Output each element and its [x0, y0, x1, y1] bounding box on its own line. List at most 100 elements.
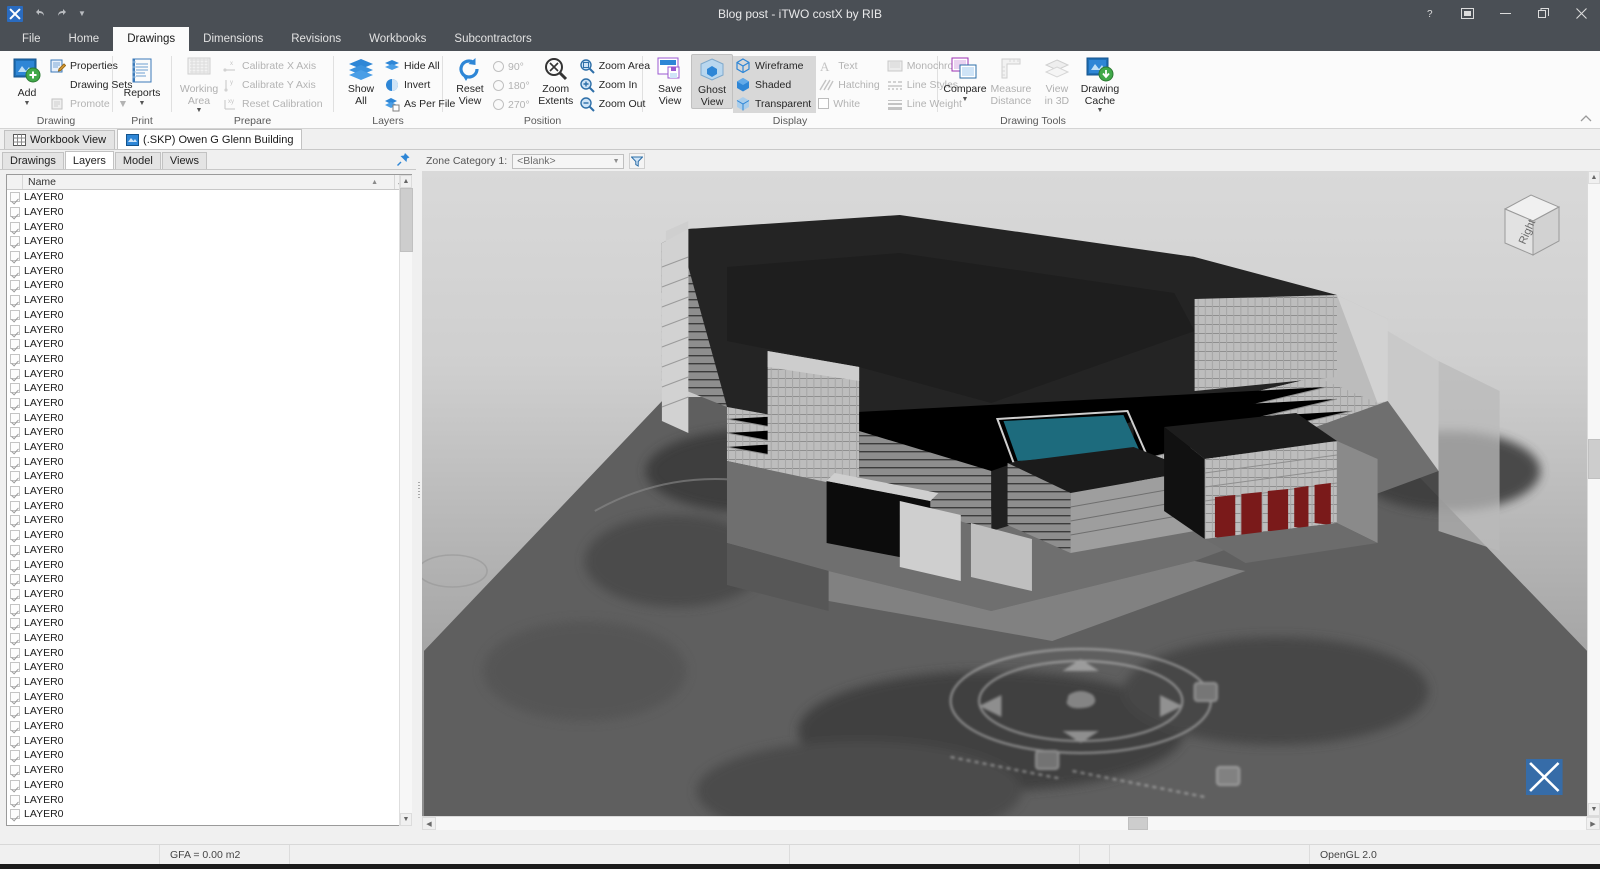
layer-visible-checkbox[interactable] [10, 486, 20, 497]
canvas-vertical-scrollbar[interactable]: ▲ ▼ [1587, 171, 1600, 816]
layer-visible-checkbox[interactable] [10, 691, 20, 702]
zoom-extents-button[interactable]: Zoom Extents [535, 54, 577, 107]
table-row[interactable]: LAYER0 [7, 381, 411, 396]
layer-visible-checkbox[interactable] [10, 588, 20, 599]
layer-visible-checkbox[interactable] [10, 368, 20, 379]
canvas-scroll-left-button[interactable]: ◀ [422, 817, 436, 830]
canvas-horizontal-scrollbar[interactable]: ◀ ▶ [422, 816, 1600, 830]
table-row[interactable]: LAYER0 [7, 704, 411, 719]
zone-category-select[interactable]: <Blank> ▼ [512, 153, 625, 169]
table-row[interactable]: LAYER0 [7, 293, 411, 308]
layer-visible-checkbox[interactable] [10, 500, 20, 511]
ribbon-tab-dimensions[interactable]: Dimensions [189, 27, 277, 51]
layer-visible-checkbox[interactable] [10, 207, 20, 218]
minimize-button[interactable] [1486, 0, 1524, 27]
panel-tab-layers[interactable]: Layers [64, 151, 114, 169]
panel-tab-model[interactable]: Model [114, 152, 161, 169]
layer-visible-checkbox[interactable] [10, 442, 20, 453]
table-row[interactable]: LAYER0 [7, 205, 411, 220]
table-row[interactable]: LAYER0 [7, 234, 411, 249]
table-row[interactable]: LAYER0 [7, 689, 411, 704]
table-row[interactable]: LAYER0 [7, 352, 411, 367]
panel-tab-views[interactable]: Views [161, 152, 208, 169]
table-row[interactable]: LAYER0 [7, 469, 411, 484]
layer-visible-checkbox[interactable] [10, 618, 20, 629]
layer-visible-checkbox[interactable] [10, 397, 20, 408]
layer-visible-checkbox[interactable] [10, 721, 20, 732]
table-row[interactable]: LAYER0 [7, 366, 411, 381]
ribbon-tab-revisions[interactable]: Revisions [277, 27, 355, 51]
layer-visible-checkbox[interactable] [10, 735, 20, 746]
compare-caret-icon[interactable]: ▼ [962, 96, 969, 103]
canvas-scroll-up-button[interactable]: ▲ [1588, 171, 1600, 184]
help-button[interactable]: ? [1410, 0, 1448, 27]
table-row[interactable]: LAYER0 [7, 792, 411, 807]
table-row[interactable]: LAYER0 [7, 249, 411, 264]
table-row[interactable]: LAYER0 [7, 484, 411, 499]
scroll-track[interactable] [400, 188, 413, 813]
add-drawing-caret-icon[interactable]: ▼ [24, 100, 31, 107]
scroll-up-button[interactable]: ▲ [400, 175, 412, 188]
shaded-button[interactable]: Shaded [733, 75, 817, 94]
table-row[interactable]: LAYER0 [7, 660, 411, 675]
reset-view-button[interactable]: Reset View [449, 54, 491, 107]
customize-caret-icon[interactable]: ▼ [78, 9, 86, 18]
table-row[interactable]: LAYER0 [7, 778, 411, 793]
reports-caret-icon[interactable]: ▼ [139, 100, 146, 107]
drawing-cache-button[interactable]: Drawing Cache ▼ [1078, 54, 1122, 114]
layer-visible-checkbox[interactable] [10, 192, 20, 203]
table-row[interactable]: LAYER0 [7, 219, 411, 234]
table-row[interactable]: LAYER0 [7, 337, 411, 352]
table-row[interactable]: LAYER0 [7, 454, 411, 469]
layer-visible-checkbox[interactable] [10, 295, 20, 306]
wireframe-button[interactable]: Wireframe [733, 56, 817, 75]
table-row[interactable]: LAYER0 [7, 263, 411, 278]
model-3d-canvas[interactable]: Right [422, 171, 1587, 816]
save-view-button[interactable]: Save View [649, 54, 691, 107]
ribbon-tab-subcontractors[interactable]: Subcontractors [440, 27, 545, 51]
layers-vertical-scrollbar[interactable]: ▲ ▼ [399, 175, 413, 826]
table-row[interactable]: LAYER0 [7, 543, 411, 558]
add-drawing-button[interactable]: Add ▼ [6, 54, 48, 107]
ribbon-tab-workbooks[interactable]: Workbooks [355, 27, 440, 51]
table-row[interactable]: LAYER0 [7, 513, 411, 528]
canvas-scroll-right-button[interactable]: ▶ [1586, 817, 1600, 830]
table-row[interactable]: LAYER0 [7, 498, 411, 513]
layer-visible-checkbox[interactable] [10, 779, 20, 790]
ghost-view-button[interactable]: Ghost View [691, 54, 733, 109]
table-row[interactable]: LAYER0 [7, 396, 411, 411]
chevron-down-icon[interactable]: ▼ [609, 158, 623, 165]
table-row[interactable]: LAYER0 [7, 719, 411, 734]
layers-grid-header-name[interactable]: Name ▲ [23, 175, 395, 189]
table-row[interactable]: LAYER0 [7, 763, 411, 778]
layer-visible-checkbox[interactable] [10, 632, 20, 643]
layer-visible-checkbox[interactable] [10, 530, 20, 541]
layer-visible-checkbox[interactable] [10, 559, 20, 570]
layer-visible-checkbox[interactable] [10, 265, 20, 276]
layer-visible-checkbox[interactable] [10, 309, 20, 320]
table-row[interactable]: LAYER0 [7, 675, 411, 690]
layer-visible-checkbox[interactable] [10, 471, 20, 482]
document-tab-workbook-view[interactable]: Workbook View [4, 130, 116, 149]
show-all-layers-button[interactable]: Show All [340, 54, 382, 107]
panel-tab-drawings[interactable]: Drawings [2, 152, 64, 169]
layer-visible-checkbox[interactable] [10, 280, 20, 291]
table-row[interactable]: LAYER0 [7, 322, 411, 337]
canvas-scroll-down-button[interactable]: ▼ [1588, 803, 1600, 816]
layer-visible-checkbox[interactable] [10, 603, 20, 614]
scroll-thumb[interactable] [400, 188, 413, 252]
layers-grid-header-check[interactable] [7, 175, 23, 189]
layer-visible-checkbox[interactable] [10, 427, 20, 438]
transparent-button[interactable]: Transparent [733, 94, 817, 113]
layer-visible-checkbox[interactable] [10, 544, 20, 555]
layer-visible-checkbox[interactable] [10, 236, 20, 247]
layer-visible-checkbox[interactable] [10, 339, 20, 350]
filter-button[interactable] [629, 153, 646, 169]
table-row[interactable]: LAYER0 [7, 616, 411, 631]
table-row[interactable]: LAYER0 [7, 645, 411, 660]
canvas-hscroll-track[interactable] [436, 817, 1586, 830]
layer-visible-checkbox[interactable] [10, 809, 20, 820]
table-row[interactable]: LAYER0 [7, 528, 411, 543]
scroll-down-button[interactable]: ▼ [400, 813, 412, 826]
undo-icon[interactable] [32, 6, 46, 21]
